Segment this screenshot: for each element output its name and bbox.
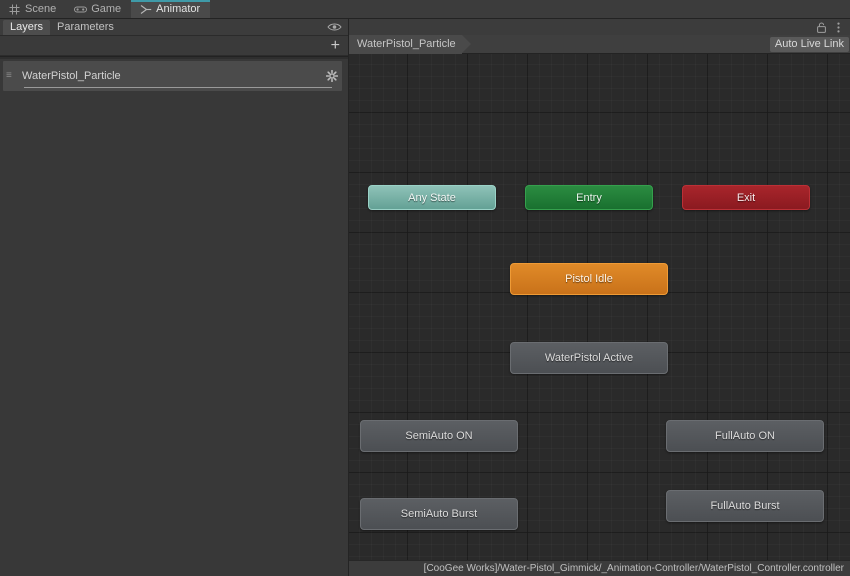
layers-panel-toolbar: Layers Parameters (0, 19, 348, 36)
breadcrumb: WaterPistol_Particle Auto Live Link (349, 34, 850, 54)
layer-row-waterpistol-particle[interactable]: ≡ WaterPistol_Particle (3, 61, 342, 91)
state-node-full-on[interactable]: FullAuto ON (666, 420, 824, 452)
state-node-label: WaterPistol Active (544, 352, 634, 364)
eye-icon[interactable] (326, 20, 342, 34)
kebab-menu-icon[interactable] (833, 21, 844, 33)
tab-animator-label: Animator (156, 3, 201, 15)
tab-scene-label: Scene (25, 3, 57, 15)
left-panel-footer (0, 560, 348, 576)
state-node-label: FullAuto ON (715, 430, 775, 442)
drag-handle-icon[interactable]: ≡ (6, 71, 22, 81)
state-node-label: Entry (576, 191, 602, 204)
layer-weight-slider[interactable] (24, 87, 332, 88)
graph-top-bar (349, 19, 850, 35)
state-node-label: FullAuto Burst (710, 500, 780, 512)
state-machine-graph[interactable]: Any State Entry Exit Pistol Idle WaterPistol… (349, 54, 850, 560)
add-layer-label: + (330, 36, 340, 54)
layer-name-label: WaterPistol_Particle (22, 70, 121, 82)
tab-game-label: Game (91, 3, 122, 15)
tab-animator[interactable]: Animator (131, 0, 211, 18)
window-tab-bar: Scene Game Animator (0, 0, 850, 19)
tab-game[interactable]: Game (66, 0, 131, 18)
tab-scene[interactable]: Scene (0, 0, 66, 18)
state-node-semi-burst[interactable]: SemiAuto Burst (360, 498, 518, 530)
state-node-semi-on[interactable]: SemiAuto ON (360, 420, 518, 452)
panel-tab-parameters[interactable]: Parameters (50, 20, 121, 35)
state-node-entry[interactable]: Entry (525, 185, 653, 210)
state-node-any[interactable]: Any State (368, 185, 496, 210)
state-node-label: Exit (736, 191, 756, 204)
auto-live-link-label: Auto Live Link (774, 37, 844, 50)
state-node-idle[interactable]: Pistol Idle (510, 263, 668, 295)
window-body: Layers Parameters + ≡ WaterPistol_Partic… (0, 19, 850, 576)
breadcrumb-item-label: WaterPistol_Particle (357, 38, 456, 50)
panel-tab-parameters-label: Parameters (57, 20, 114, 33)
gamepad-icon (74, 3, 88, 15)
state-node-label: SemiAuto ON (405, 430, 473, 442)
grid-icon (8, 3, 21, 15)
layer-list: ≡ WaterPistol_Particle (0, 59, 348, 576)
transition-edges (349, 54, 649, 204)
auto-live-link-button[interactable]: Auto Live Link (769, 36, 849, 52)
breadcrumb-item-waterpistol-particle[interactable]: WaterPistol_Particle (349, 34, 471, 54)
animator-icon (139, 3, 152, 15)
add-layer-button[interactable]: + (330, 36, 340, 54)
layer-add-row: + (0, 36, 348, 56)
state-node-active[interactable]: WaterPistol Active (510, 342, 668, 374)
state-node-label: SemiAuto Burst (400, 508, 478, 520)
panel-tab-layers[interactable]: Layers (3, 19, 51, 35)
animator-window: Scene Game Animator Layers Parameters + … (0, 0, 850, 576)
state-node-full-burst[interactable]: FullAuto Burst (666, 490, 824, 522)
asset-path-label: [CooGee Works]/Water-Pistol_Gimmick/_Ani… (423, 563, 844, 574)
layers-panel: Layers Parameters + ≡ WaterPistol_Partic… (0, 19, 349, 576)
lock-icon[interactable] (816, 21, 827, 33)
gear-icon[interactable] (322, 70, 342, 82)
panel-tab-layers-label: Layers (10, 20, 44, 33)
state-node-label: Any State (408, 191, 456, 204)
status-bar: [CooGee Works]/Water-Pistol_Gimmick/_Ani… (349, 560, 850, 576)
state-node-label: Pistol Idle (565, 273, 613, 285)
graph-panel: WaterPistol_Particle Auto Live Link Any … (349, 19, 850, 576)
state-node-exit[interactable]: Exit (682, 185, 810, 210)
